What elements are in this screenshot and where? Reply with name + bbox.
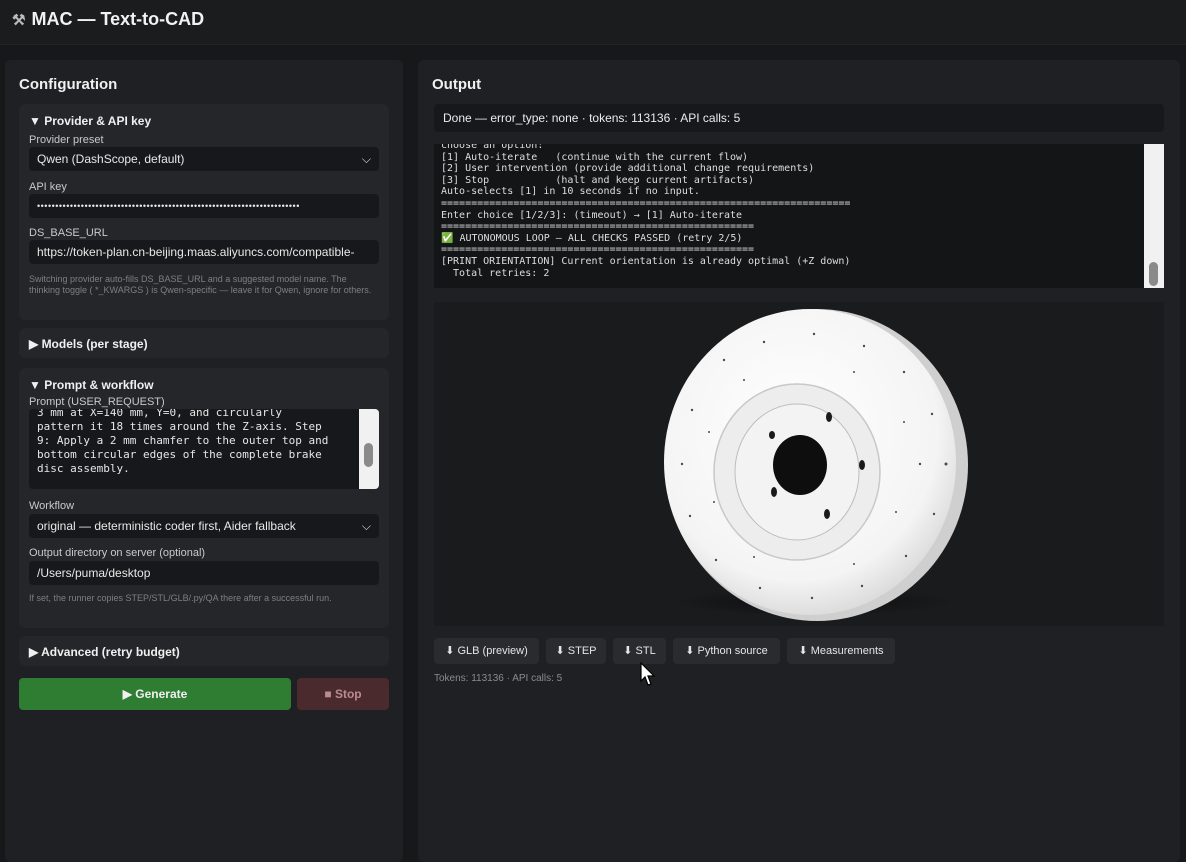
outdir-hint: If set, the runner copies STEP/STL/GLB/.… [29, 593, 332, 603]
hammer-wrench-icon: ⚒ [12, 11, 26, 29]
app-title: ⚒ MAC — Text-to-CAD [12, 9, 204, 30]
output-title: Output [432, 76, 482, 93]
top-bar: ⚒ MAC — Text-to-CAD [0, 0, 1186, 45]
prompt-label: Prompt (USER_REQUEST) [29, 396, 165, 408]
models-section: ▶ Models (per stage) [19, 328, 389, 358]
download-step-button[interactable]: ⬇ STEP [546, 638, 606, 664]
generate-button[interactable]: ▶ Generate [19, 678, 291, 710]
status-text: Done — error_type: none · tokens: 113136… [434, 104, 1164, 132]
download-glb-button[interactable]: ⬇ GLB (preview) [434, 638, 539, 664]
download-stl-button[interactable]: ⬇ STL [613, 638, 666, 664]
provider-preset-select[interactable]: Qwen (DashScope, default) ⌵ [29, 147, 379, 171]
base-url-label: DS_BASE_URL [29, 227, 108, 239]
prompt-scrollbar-thumb[interactable] [364, 443, 373, 467]
configuration-title: Configuration [19, 76, 118, 93]
prompt-scrollbar[interactable] [359, 409, 379, 489]
models-section-toggle[interactable]: ▶ Models (per stage) [29, 337, 148, 351]
api-key-label: API key [29, 181, 67, 193]
outdir-label: Output directory on server (optional) [29, 547, 206, 559]
base-url-input[interactable]: https://token-plan.cn-beijing.maas.aliyu… [29, 240, 379, 264]
tokens-line: Tokens: 113136 · API calls: 5 [434, 673, 563, 684]
provider-section: ▼ Provider & API key Provider preset Qwe… [19, 104, 389, 320]
prompt-text: 3 mm at X=140 mm, Y=0, and circularly pa… [37, 409, 329, 475]
prompt-section: ▼ Prompt & workflow Prompt (USER_REQUEST… [19, 368, 389, 628]
advanced-section-toggle[interactable]: ▶ Advanced (retry budget) [29, 645, 180, 659]
log-scrollbar[interactable] [1144, 144, 1164, 288]
mouse-pointer-icon [640, 662, 656, 686]
stop-button[interactable]: ■ Stop [297, 678, 389, 710]
outdir-input[interactable]: /Users/puma/desktop [29, 561, 379, 585]
brake-disc-render [664, 309, 968, 621]
model-viewer[interactable] [434, 302, 1164, 626]
log-scrollbar-thumb[interactable] [1149, 262, 1158, 286]
output-panel: Output Done — error_type: none · tokens:… [418, 60, 1180, 862]
prompt-section-toggle[interactable]: ▼ Prompt & workflow [29, 378, 154, 392]
provider-section-toggle[interactable]: ▼ Provider & API key [29, 114, 151, 128]
log-output[interactable]: choose an option: [1] Auto-iterate (cont… [434, 144, 1164, 288]
configuration-panel: Configuration ▼ Provider & API key Provi… [5, 60, 403, 862]
workflow-value: original — deterministic coder first, Ai… [37, 519, 296, 533]
chevron-down-icon: ⌵ [361, 152, 371, 166]
provider-preset-label: Provider preset [29, 134, 104, 146]
chevron-down-icon: ⌵ [361, 519, 371, 533]
log-text: choose an option: [1] Auto-iterate (cont… [441, 144, 851, 279]
workflow-select[interactable]: original — deterministic coder first, Ai… [29, 514, 379, 538]
advanced-section: ▶ Advanced (retry budget) [19, 636, 389, 666]
app-title-text: MAC — Text-to-CAD [31, 9, 205, 29]
workflow-label: Workflow [29, 500, 75, 512]
api-key-input[interactable]: ••••••••••••••••••••••••••••••••••••••••… [29, 194, 379, 218]
provider-preset-value: Qwen (DashScope, default) [37, 152, 185, 166]
prompt-textarea[interactable]: 3 mm at X=140 mm, Y=0, and circularly pa… [29, 409, 379, 489]
download-measurements-button[interactable]: ⬇ Measurements [787, 638, 895, 664]
download-python-button[interactable]: ⬇ Python source [673, 638, 780, 664]
provider-hint: Switching provider auto-fills DS_BASE_UR… [29, 274, 372, 295]
